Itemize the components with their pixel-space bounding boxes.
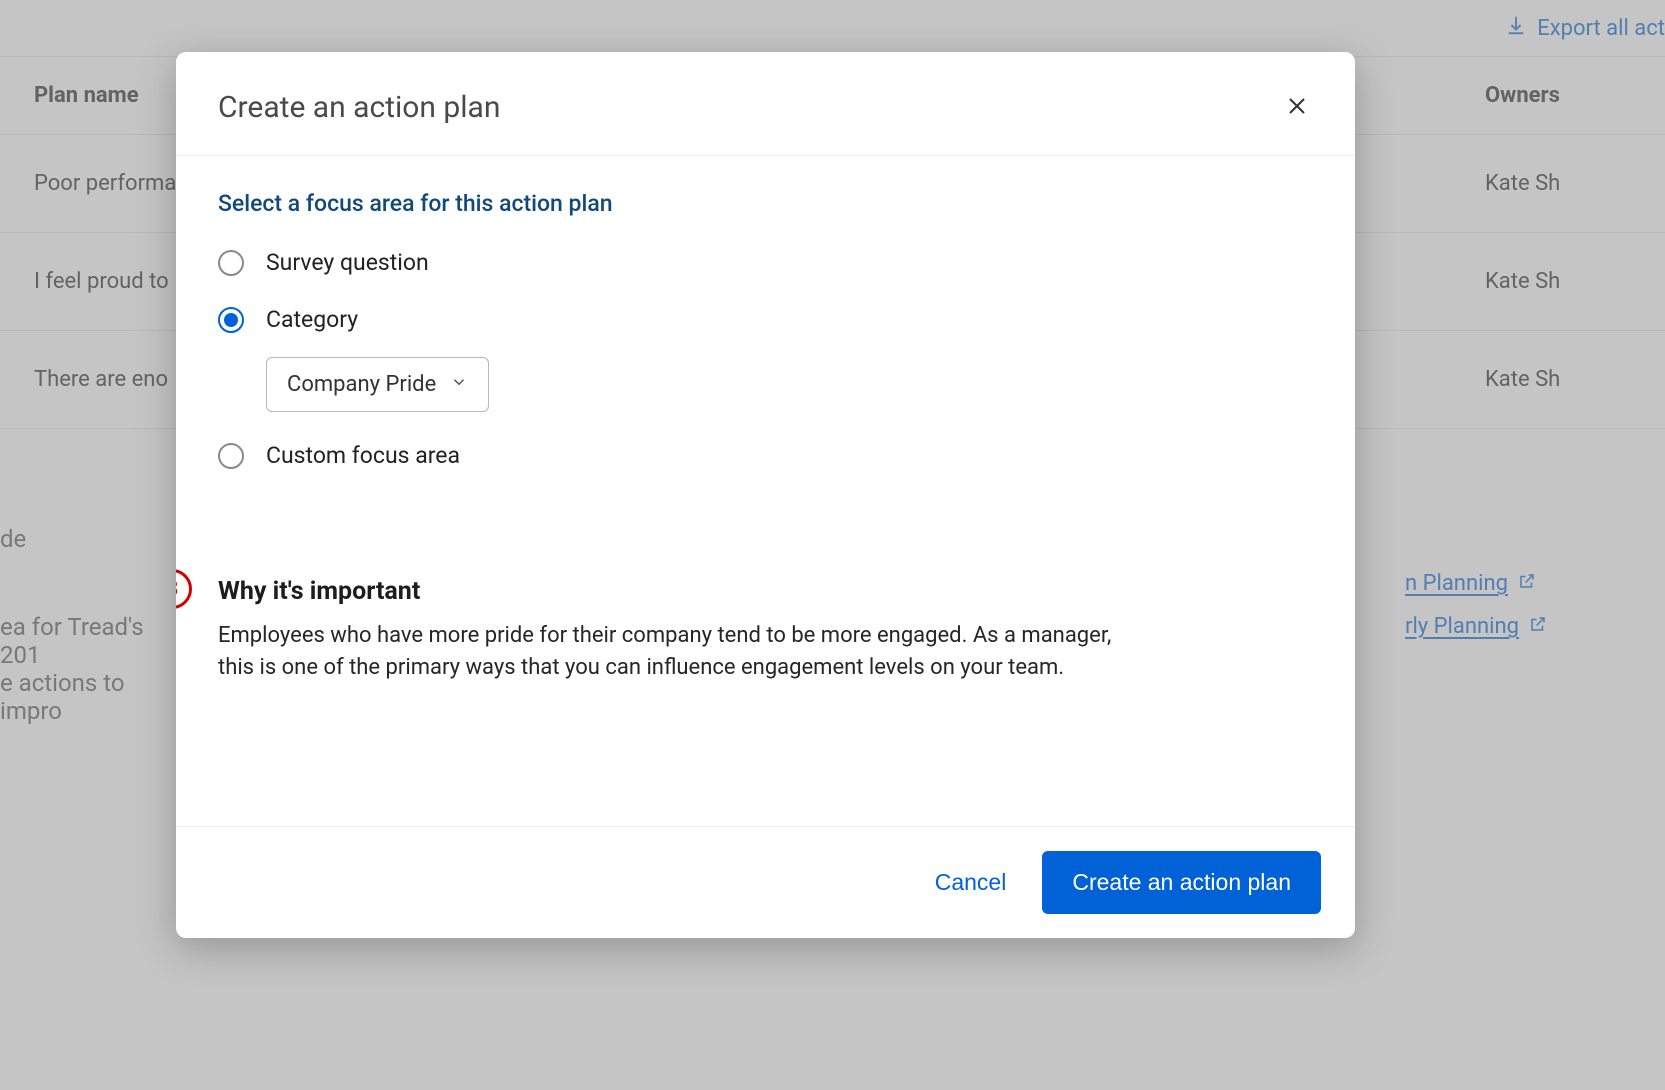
radio-custom-focus[interactable]: Custom focus area	[218, 442, 1313, 469]
radio-survey-question[interactable]: Survey question	[218, 249, 1313, 276]
chevron-down-icon	[450, 372, 468, 397]
modal-title: Create an action plan	[218, 90, 500, 125]
cancel-label: Cancel	[935, 869, 1007, 895]
radio-icon	[218, 250, 244, 276]
close-button[interactable]	[1281, 92, 1313, 124]
modal-overlay[interactable]: Create an action plan Select a focus are…	[0, 0, 1665, 1090]
modal-header: Create an action plan	[176, 52, 1355, 156]
why-important-title: Why it's important	[218, 577, 1313, 606]
radio-category[interactable]: Category	[218, 306, 1313, 333]
category-select[interactable]: Company Pride	[266, 357, 489, 412]
category-select-value: Company Pride	[287, 372, 436, 397]
focus-area-prompt: Select a focus area for this action plan	[218, 190, 1313, 217]
radio-icon	[218, 307, 244, 333]
radio-label: Custom focus area	[266, 442, 460, 469]
create-action-plan-button[interactable]: Create an action plan	[1042, 851, 1321, 914]
modal-footer: Cancel Create an action plan	[176, 826, 1355, 938]
annotation-marker: 3	[176, 569, 192, 609]
radio-label: Survey question	[266, 249, 429, 276]
create-action-plan-modal: Create an action plan Select a focus are…	[176, 52, 1355, 938]
why-important-body: Employees who have more pride for their …	[218, 620, 1128, 684]
cancel-button[interactable]: Cancel	[935, 869, 1007, 896]
close-icon	[1285, 94, 1309, 121]
why-important-block: 3 Why it's important Employees who have …	[218, 577, 1313, 684]
radio-label: Category	[266, 306, 358, 333]
radio-icon	[218, 443, 244, 469]
submit-label: Create an action plan	[1072, 869, 1291, 895]
modal-body: Select a focus area for this action plan…	[176, 156, 1355, 826]
